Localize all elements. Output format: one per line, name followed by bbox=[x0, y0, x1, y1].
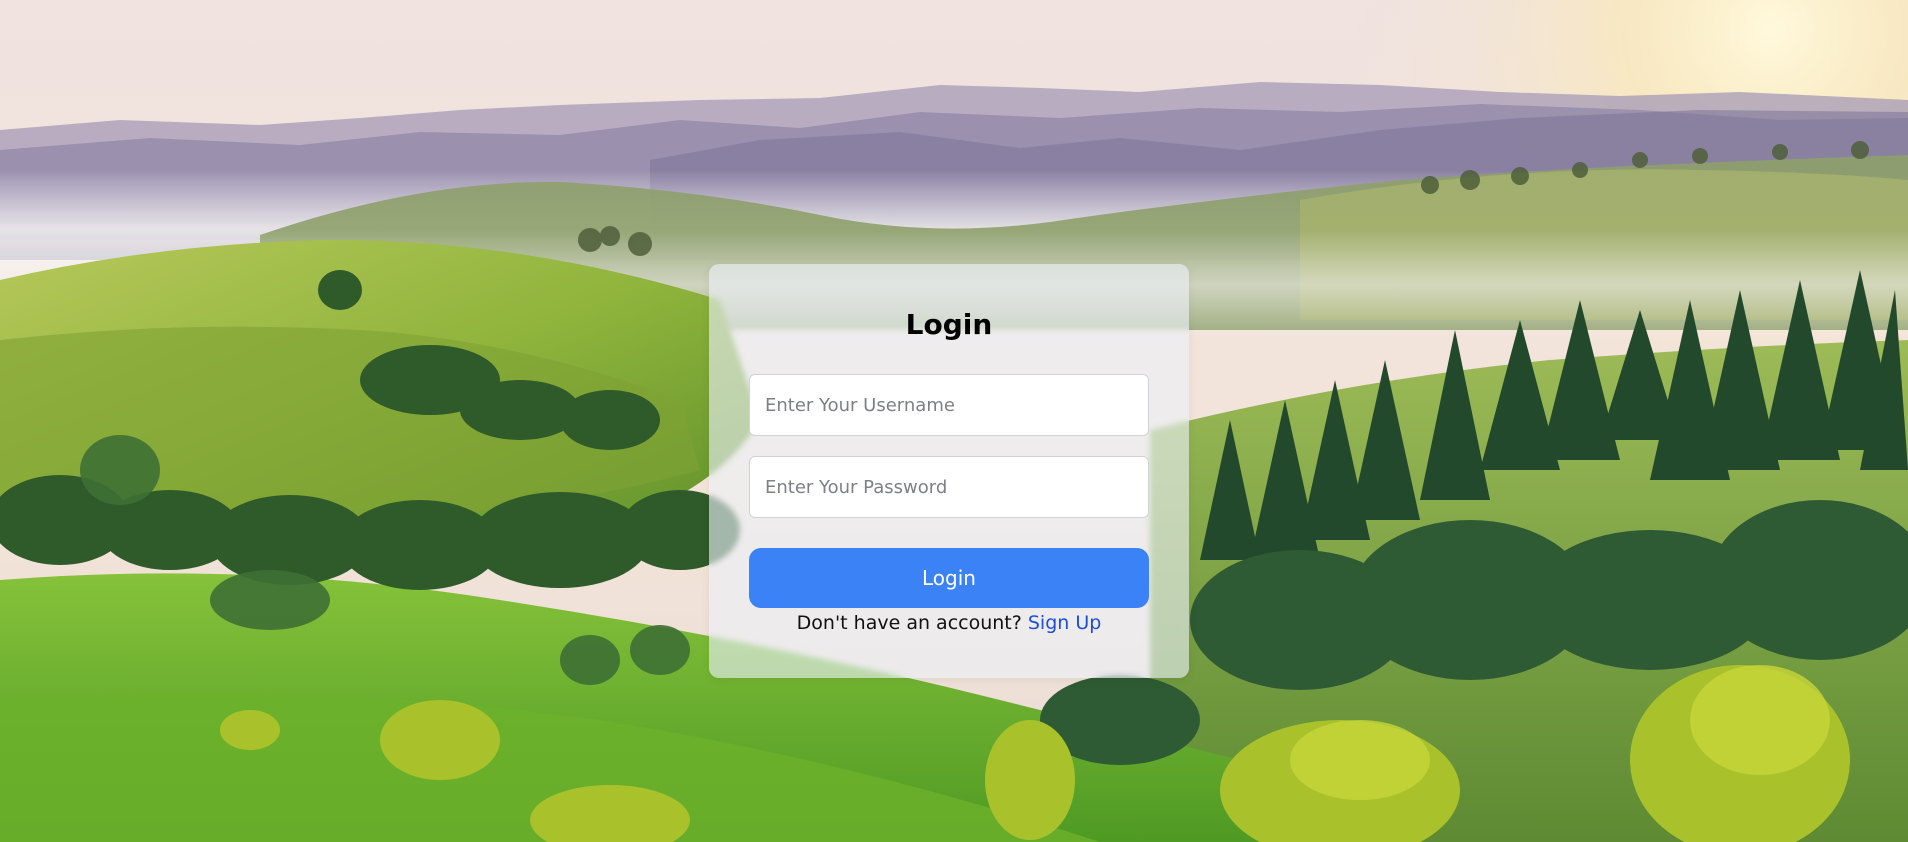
password-input[interactable] bbox=[749, 456, 1149, 518]
login-card: Login Login Don't have an account? Sign … bbox=[709, 264, 1189, 678]
login-button[interactable]: Login bbox=[749, 548, 1149, 608]
signup-prompt-text: Don't have an account? bbox=[796, 612, 1022, 634]
signup-prompt-line: Don't have an account? Sign Up bbox=[709, 612, 1189, 634]
signup-link[interactable]: Sign Up bbox=[1028, 612, 1101, 634]
login-title: Login bbox=[905, 308, 993, 341]
username-input[interactable] bbox=[749, 374, 1149, 436]
